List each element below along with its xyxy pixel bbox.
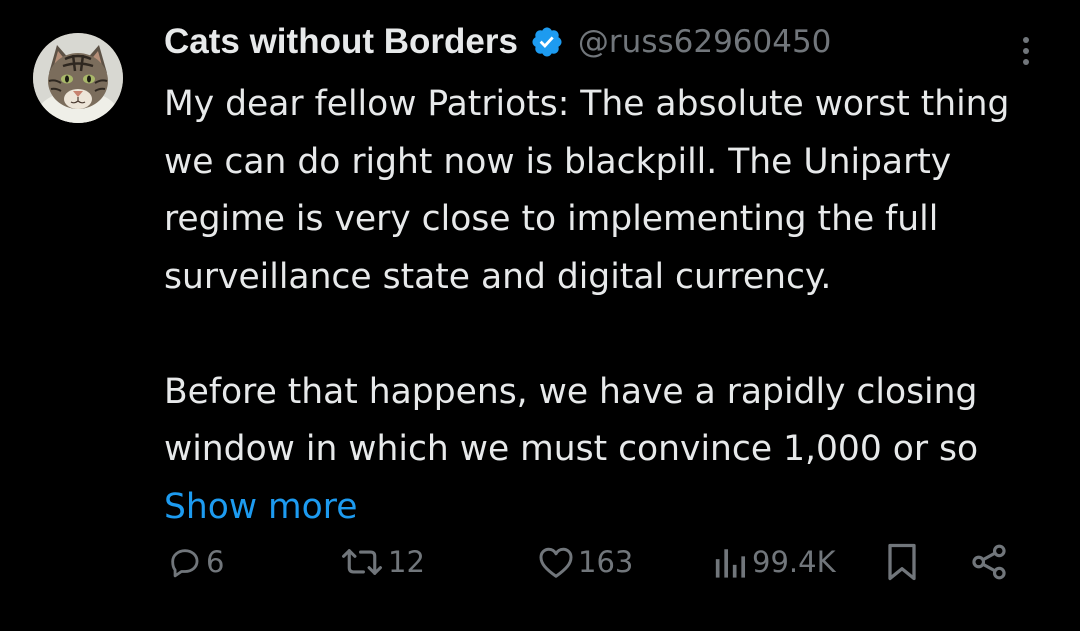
retweet-count: 12: [388, 545, 425, 579]
author-handle[interactable]: @russ62960450: [578, 24, 831, 60]
reply-button[interactable]: 6: [168, 538, 224, 586]
like-count: 163: [578, 545, 634, 579]
action-bar: 6 12 163 99.4K: [164, 538, 1044, 586]
verified-badge-icon: [532, 27, 562, 57]
author-display-name[interactable]: Cats without Borders: [164, 22, 518, 62]
views-chart-icon: [715, 549, 746, 578]
more-options-button[interactable]: [1014, 34, 1038, 68]
tweet-paragraph: Before that happens, we have a rapidly c…: [164, 364, 1064, 537]
reply-count: 6: [206, 545, 225, 579]
more-vertical-icon: [1023, 37, 1029, 65]
tweet: Cats without Borders @russ62960450 My de…: [0, 0, 1080, 631]
share-button[interactable]: [970, 538, 1008, 586]
tweet-paragraph: My dear fellow Patriots: The absolute wo…: [164, 84, 1010, 297]
show-more-link[interactable]: Show more: [164, 487, 357, 527]
like-button[interactable]: 163: [538, 538, 633, 586]
avatar[interactable]: [33, 33, 123, 123]
bookmark-icon: [888, 543, 916, 581]
reply-icon: [171, 549, 199, 578]
heart-icon: [539, 547, 573, 578]
tweet-header: Cats without Borders @russ62960450: [164, 22, 831, 62]
share-icon: [972, 544, 1006, 580]
views-count: 99.4K: [752, 545, 836, 579]
bookmark-button[interactable]: [884, 538, 920, 586]
tweet-paragraph-text: Before that happens, we have a rapidly c…: [164, 371, 979, 470]
views-button[interactable]: 99.4K: [712, 538, 836, 586]
cat-avatar-icon: [33, 33, 123, 123]
tweet-text: My dear fellow Patriots: The absolute wo…: [164, 76, 1064, 536]
retweet-button[interactable]: 12: [340, 538, 425, 586]
retweet-icon: [342, 549, 382, 575]
